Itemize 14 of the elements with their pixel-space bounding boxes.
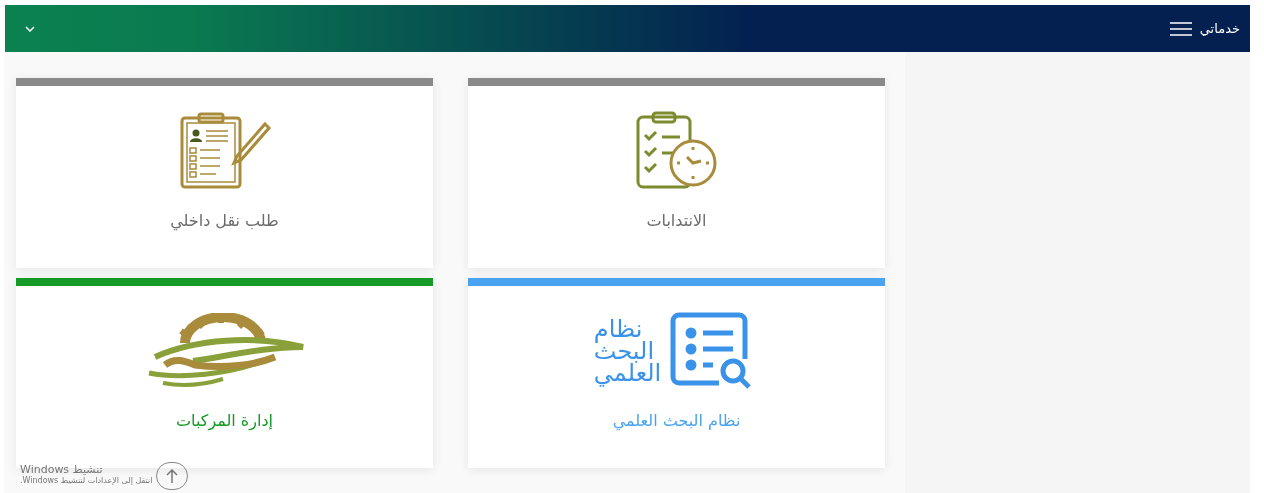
arrow-up-icon (166, 468, 179, 484)
card-title: نظام البحث العلمي (612, 410, 741, 433)
clipboard-checklist-icon (178, 111, 271, 190)
service-card[interactable]: الانتدابات (468, 78, 885, 268)
clipboard-clock-icon (634, 110, 719, 191)
chevron-down-icon[interactable] (25, 25, 35, 32)
menu-icon (1169, 21, 1192, 36)
card-title: طلب نقل داخلي (170, 210, 279, 233)
service-card[interactable]: طلب نقل داخلي (16, 78, 433, 268)
activation-subtitle: انتقل إلى الإعدادات لتنشيط Windows. (20, 476, 153, 486)
service-card[interactable]: نظام البحث العلمي نظام البحث العلمي (468, 278, 885, 468)
card-title: إدارة المركبات (176, 410, 273, 433)
menu-button[interactable]: خدماتي (1169, 18, 1240, 39)
card-title: الانتدابات (646, 210, 707, 232)
